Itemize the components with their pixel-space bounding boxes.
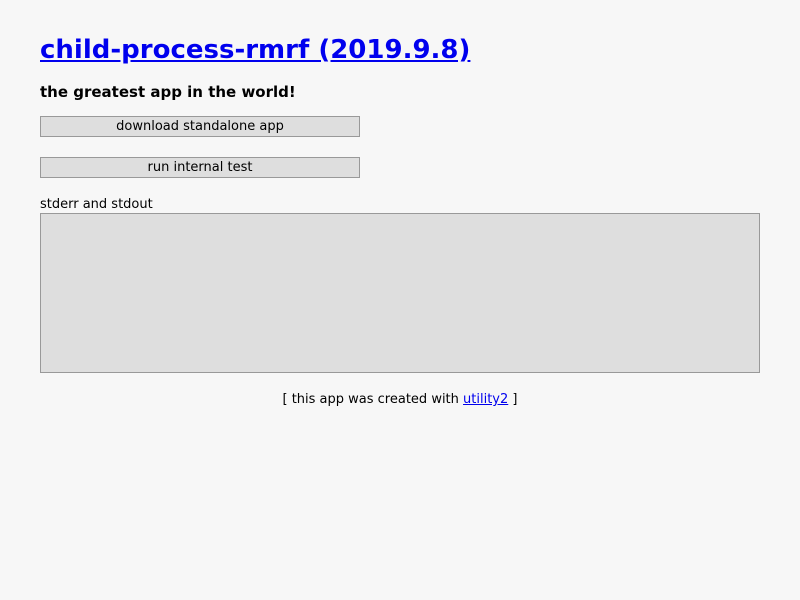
download-standalone-app-button[interactable]: download standalone app (40, 116, 360, 137)
output-label: stderr and stdout (40, 197, 153, 212)
footer-prefix: [ this app was created with (282, 392, 464, 407)
page-subtitle: the greatest app in the world! (40, 83, 296, 101)
stderr-stdout-textarea[interactable] (40, 213, 760, 373)
page-title: child-process-rmrf (2019.9.8) (40, 33, 470, 67)
run-internal-test-button[interactable]: run internal test (40, 157, 360, 178)
utility2-link[interactable]: utility2 (463, 392, 508, 407)
app-page: child-process-rmrf (2019.9.8) the greate… (0, 0, 800, 600)
footer: [ this app was created with utility2 ] (0, 392, 800, 408)
footer-suffix: ] (508, 392, 518, 407)
title-link[interactable]: child-process-rmrf (2019.9.8) (40, 35, 470, 65)
